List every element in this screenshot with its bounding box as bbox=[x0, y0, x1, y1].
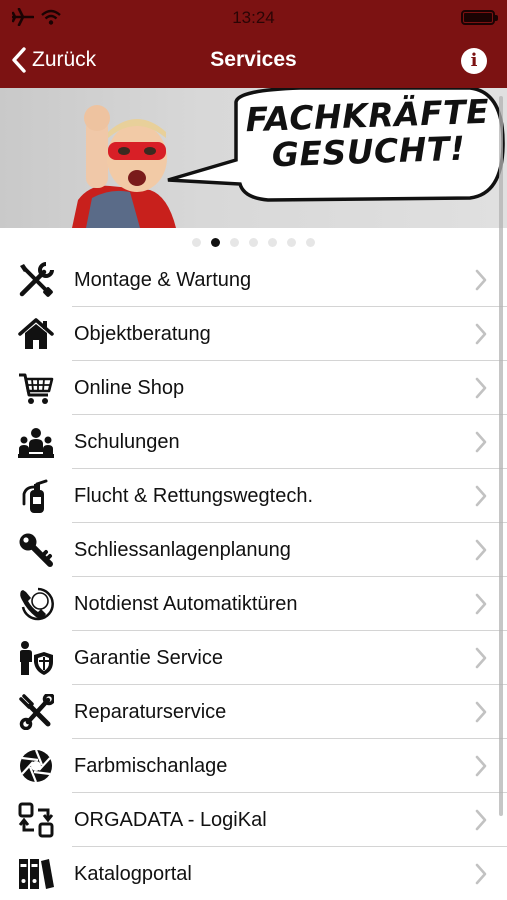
list-item-label: Objektberatung bbox=[74, 323, 211, 345]
list-item-label: Online Shop bbox=[74, 377, 185, 399]
list-item-label: Garantie Service bbox=[74, 647, 223, 669]
list-item[interactable]: Farbmischanlage bbox=[0, 739, 507, 793]
banner-carousel[interactable]: FACHKRÄFTE GESUCHT! bbox=[0, 88, 507, 228]
battery-icon bbox=[461, 10, 498, 25]
list-item-label: Montage & Wartung bbox=[74, 269, 252, 291]
chevron-right-icon bbox=[475, 539, 487, 561]
page-dot[interactable] bbox=[268, 238, 277, 247]
list-item-label: Schulungen bbox=[74, 431, 180, 453]
page-dot[interactable] bbox=[287, 238, 296, 247]
people-icon bbox=[18, 428, 54, 458]
chevron-right-icon bbox=[475, 377, 487, 399]
info-button[interactable]: i bbox=[461, 48, 487, 74]
page-indicator[interactable] bbox=[0, 238, 507, 252]
list-item-label: Notdienst Automatiktüren bbox=[74, 593, 298, 615]
page-dot[interactable] bbox=[249, 238, 258, 247]
list-item-label: Farbmischanlage bbox=[74, 755, 228, 777]
page-dot[interactable] bbox=[192, 238, 201, 247]
list-item[interactable]: Flucht & Rettungswegtech. bbox=[0, 469, 507, 523]
services-list: Montage & Wartung Objektberatung Online … bbox=[0, 253, 507, 900]
chevron-right-icon bbox=[475, 809, 487, 831]
convert-arrows-icon bbox=[18, 802, 54, 838]
page-title: Services bbox=[210, 48, 297, 71]
child-hero-figure bbox=[72, 105, 176, 228]
list-item[interactable]: Katalogportal bbox=[0, 847, 507, 900]
binders-icon bbox=[19, 859, 54, 889]
page-dot[interactable] bbox=[306, 238, 315, 247]
status-time: 13:24 bbox=[232, 8, 275, 27]
list-item[interactable]: Schulungen bbox=[0, 415, 507, 469]
list-item[interactable]: Notdienst Automatiktüren bbox=[0, 577, 507, 631]
banner-headline: FACHKRÄFTE GESUCHT! bbox=[235, 92, 501, 175]
phone-24h-icon bbox=[20, 587, 54, 621]
chevron-right-icon bbox=[475, 863, 487, 885]
chevron-right-icon bbox=[475, 269, 487, 291]
key-icon bbox=[19, 533, 53, 567]
list-item[interactable]: Montage & Wartung bbox=[0, 253, 507, 307]
list-item[interactable]: Garantie Service bbox=[0, 631, 507, 685]
wrench-screwdriver-icon bbox=[19, 694, 54, 730]
chevron-right-icon bbox=[475, 593, 487, 615]
list-item[interactable]: ORGADATA - LogiKal bbox=[0, 793, 507, 847]
list-item[interactable]: Online Shop bbox=[0, 361, 507, 415]
aperture-icon bbox=[20, 749, 52, 783]
list-item-label: Reparaturservice bbox=[74, 701, 227, 723]
house-icon bbox=[18, 318, 54, 349]
list-item-label: Schliessanlagenplanung bbox=[74, 539, 291, 561]
app-header: 13:24 Zurück Services i bbox=[0, 0, 507, 88]
list-item-label: ORGADATA - LogiKal bbox=[74, 809, 267, 831]
page-dot[interactable] bbox=[230, 238, 239, 247]
list-item-label: Katalogportal bbox=[74, 863, 192, 885]
chevron-right-icon bbox=[475, 431, 487, 453]
tools-icon bbox=[19, 262, 54, 297]
navigation-bar: Zurück Services i bbox=[0, 34, 507, 88]
status-bar: 13:24 bbox=[0, 0, 507, 34]
chevron-right-icon bbox=[475, 647, 487, 669]
list-item[interactable]: Objektberatung bbox=[0, 307, 507, 361]
chevron-right-icon bbox=[475, 323, 487, 345]
cart-icon bbox=[19, 373, 54, 404]
scrollbar[interactable] bbox=[499, 96, 503, 816]
fire-extinguisher-icon bbox=[22, 479, 48, 513]
list-item-label: Flucht & Rettungswegtech. bbox=[74, 485, 314, 507]
page-dot[interactable] bbox=[211, 238, 220, 247]
person-shield-icon bbox=[20, 641, 53, 675]
chevron-right-icon bbox=[475, 485, 487, 507]
chevron-right-icon bbox=[475, 755, 487, 777]
list-item[interactable]: Reparaturservice bbox=[0, 685, 507, 739]
chevron-right-icon bbox=[475, 701, 487, 723]
list-item[interactable]: Schliessanlagenplanung bbox=[0, 523, 507, 577]
